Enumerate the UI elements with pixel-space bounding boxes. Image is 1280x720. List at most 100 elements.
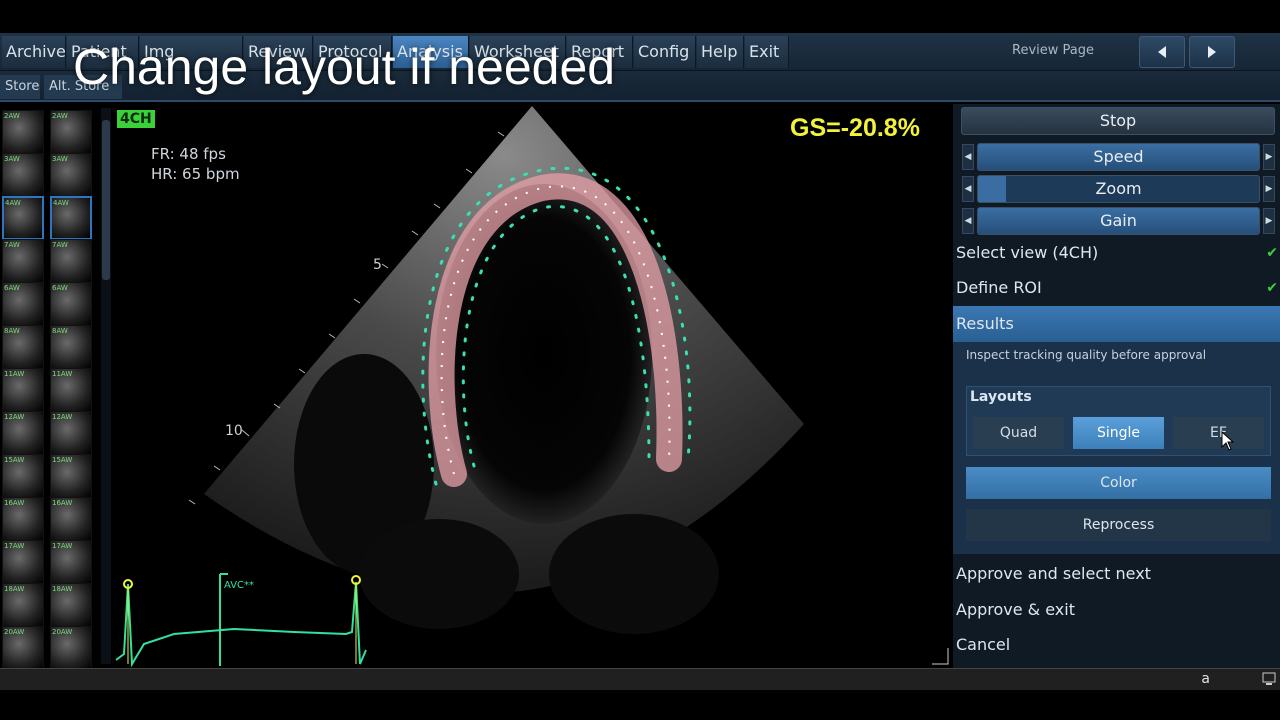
thumbnail-label: 17AW (52, 542, 73, 550)
layouts-title: Layouts (970, 389, 1032, 405)
status-letter: a (1201, 671, 1210, 687)
speed-slider[interactable]: Speed (977, 143, 1260, 171)
global-strain-value: GS=-20.8% (790, 114, 920, 142)
overlay-caption: Change layout if needed (73, 39, 616, 95)
step-select-view[interactable]: Select view (4CH) ✔ (953, 235, 1280, 271)
triangle-right-icon: ▶ (1265, 216, 1273, 226)
step-define-roi-label: Define ROI (956, 278, 1042, 297)
thumbnail-item[interactable]: 2AW (50, 110, 92, 154)
menu-exit[interactable]: Exit (745, 36, 789, 68)
gain-increase-button[interactable]: ▶ (1263, 208, 1275, 234)
triangle-left-icon: ◀ (964, 184, 972, 194)
page-label: Review Page (1012, 43, 1094, 58)
thumbnail-label: 4AW (53, 199, 69, 207)
thumbnail-label: 8AW (52, 327, 68, 335)
reprocess-button[interactable]: Reprocess (966, 509, 1271, 541)
bottom-black-bar (0, 690, 1280, 720)
color-button[interactable]: Color (966, 467, 1271, 499)
thumbnail-item[interactable]: 17AW (50, 540, 92, 584)
thumbnail-label: 4AW (5, 199, 21, 207)
thumbnail-item[interactable]: 7AW (50, 239, 92, 283)
depth-label-5: 5 (373, 257, 382, 273)
thumbnail-label: 7AW (52, 241, 68, 249)
previous-page-button[interactable] (1139, 36, 1185, 68)
triangle-right-icon (1208, 46, 1216, 58)
thumbnail-label: 3AW (52, 155, 68, 163)
thumbnail-item[interactable]: 16AW (2, 497, 44, 541)
thumbnail-item[interactable]: 18AW (50, 583, 92, 627)
thumbnail-label: 6AW (4, 284, 20, 292)
thumbnail-label: 6AW (52, 284, 68, 292)
menu-archive[interactable]: Archive (2, 36, 66, 68)
thumbnail-label: 20AW (4, 628, 25, 636)
thumbnail-item[interactable]: 3AW (2, 153, 44, 197)
gain-slider[interactable]: Gain (977, 207, 1260, 235)
zoom-slider[interactable]: Zoom (977, 175, 1260, 203)
thumbnail-item[interactable]: 17AW (2, 540, 44, 584)
thumbnail-item[interactable]: 8AW (2, 325, 44, 369)
thumbnail-item[interactable]: 8AW (50, 325, 92, 369)
gain-decrease-button[interactable]: ◀ (962, 208, 974, 234)
menu-help[interactable]: Help (697, 36, 744, 68)
approve-next-button[interactable]: Approve and select next (953, 556, 1280, 592)
zoom-decrease-button[interactable]: ◀ (962, 176, 974, 202)
thumbnail-item[interactable]: 18AW (2, 583, 44, 627)
thumbnail-item[interactable]: 4AW (50, 196, 92, 240)
heart-rate: HR: 65 bpm (151, 165, 240, 183)
thumbnail-label: 12AW (52, 413, 73, 421)
thumbnail-label: 2AW (4, 112, 20, 120)
step-define-roi[interactable]: Define ROI ✔ (953, 270, 1280, 306)
approve-exit-button[interactable]: Approve & exit (953, 592, 1280, 628)
status-bar: a (0, 668, 1280, 690)
step-results[interactable]: Results (953, 306, 1280, 342)
speed-increase-button[interactable]: ▶ (1263, 144, 1275, 170)
thumbnail-item[interactable]: 7AW (2, 239, 44, 283)
stop-button[interactable]: Stop (961, 107, 1275, 135)
depth-label-10: 10 (225, 423, 243, 439)
zoom-increase-button[interactable]: ▶ (1263, 176, 1275, 202)
thumbnail-item[interactable]: 2AW (2, 110, 44, 154)
thumbnail-label: 16AW (52, 499, 73, 507)
thumbnail-item[interactable]: 4AW (2, 196, 44, 240)
thumbnail-label: 17AW (4, 542, 25, 550)
thumbnail-item[interactable]: 6AW (2, 282, 44, 326)
thumbnail-item[interactable]: 15AW (50, 454, 92, 498)
thumbnail-label: 16AW (4, 499, 25, 507)
triangle-left-icon (1158, 46, 1166, 58)
cancel-button[interactable]: Cancel (953, 627, 1280, 663)
thumbnail-label: 12AW (4, 413, 25, 421)
layout-single-button[interactable]: Single (1073, 417, 1164, 449)
thumbnail-item[interactable]: 11AW (2, 368, 44, 412)
triangle-right-icon: ▶ (1265, 152, 1273, 162)
speed-decrease-button[interactable]: ◀ (962, 144, 974, 170)
thumbnail-item[interactable]: 3AW (50, 153, 92, 197)
thumbnail-label: 15AW (52, 456, 73, 464)
thumbnail-item[interactable]: 16AW (50, 497, 92, 541)
thumbnail-item[interactable]: 6AW (50, 282, 92, 326)
thumbnail-item[interactable]: 15AW (2, 454, 44, 498)
thumbnail-label: 20AW (52, 628, 73, 636)
thumbnail-label: 2AW (52, 112, 68, 120)
scrollbar-thumb[interactable] (102, 120, 110, 280)
menu-config[interactable]: Config (634, 36, 696, 68)
triangle-left-icon: ◀ (964, 152, 972, 162)
layout-quad-button[interactable]: Quad (973, 417, 1064, 449)
thumbnail-label: 7AW (4, 241, 20, 249)
thumbnail-item[interactable]: 12AW (50, 411, 92, 455)
thumbnail-label: 18AW (52, 585, 73, 593)
thumbnail-label: 18AW (4, 585, 25, 593)
thumbnail-item[interactable]: 20AW (2, 626, 44, 670)
thumbnail-item[interactable]: 11AW (50, 368, 92, 412)
thumbnail-item[interactable]: 12AW (2, 411, 44, 455)
store-button[interactable]: Store (0, 75, 40, 99)
right-atrium (359, 519, 519, 629)
next-page-button[interactable] (1189, 36, 1235, 68)
step-select-view-label: Select view (4CH) (956, 243, 1099, 262)
triangle-right-icon: ▶ (1265, 184, 1273, 194)
checkmark-icon: ✔ (1266, 245, 1278, 261)
left-atrium (549, 514, 719, 634)
thumbnail-label: 11AW (52, 370, 73, 378)
layout-ef-button[interactable]: EF (1173, 417, 1264, 449)
thumbnail-item[interactable]: 20AW (50, 626, 92, 670)
monitor-icon[interactable] (1262, 672, 1276, 686)
